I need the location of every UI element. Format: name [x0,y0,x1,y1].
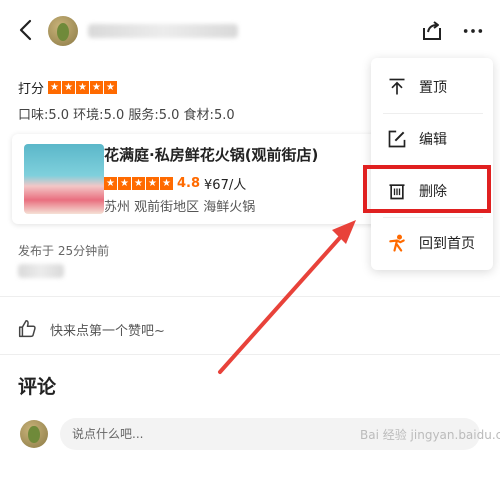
like-prompt: 快来点第一个赞吧~ [50,323,165,339]
divider [0,354,500,355]
thumbs-up-icon[interactable] [16,318,38,340]
menu-item-pin[interactable]: 置顶 [371,62,493,112]
star-icon: ★ [104,81,118,94]
star-icon: ★ [104,177,117,190]
menu-item-label: 回到首页 [419,236,475,252]
author-avatar[interactable] [48,16,78,46]
user-avatar [20,420,48,448]
posted-time: 发布于 25分钟前 [18,244,110,258]
shop-meta: ★ ★ ★ ★ ★ 4.8 ¥67/人 [104,174,246,193]
star-icon: ★ [62,81,76,94]
more-icon[interactable] [462,20,484,42]
home-person-icon [389,234,405,252]
back-arrow-icon[interactable] [14,18,38,42]
top-bar [0,0,500,62]
more-menu: 置顶 编辑 删除 回到首页 [371,58,493,270]
rating-label: 打分 [18,82,45,97]
divider [0,296,500,297]
shop-price: ¥67/人 [204,178,247,193]
pin-top-icon [389,78,405,95]
star-icon: ★ [160,177,173,190]
shop-score: 4.8 [177,176,201,191]
shop-thumbnail [24,144,104,214]
annotation-highlight-box [363,165,491,213]
star-icon: ★ [90,81,104,94]
author-name-blurred [88,24,238,38]
rating-stars: ★ ★ ★ ★ ★ [48,81,118,94]
menu-item-edit[interactable]: 编辑 [371,114,493,164]
star-icon: ★ [146,177,159,190]
like-row[interactable]: 快来点第一个赞吧~ [16,318,165,340]
shop-name: 花满庭·私房鲜花火锅(观前街店) [104,146,319,164]
star-icon: ★ [76,81,90,94]
menu-item-label: 置顶 [419,80,447,96]
menu-item-label: 编辑 [419,132,447,148]
shop-location: 苏州 观前街地区 海鲜火锅 [104,200,256,215]
overall-rating: 打分 ★ ★ ★ ★ ★ [18,78,118,97]
watermark: Bai 经验 jingyan.baidu.com [360,428,500,442]
menu-item-home[interactable]: 回到首页 [371,218,493,268]
star-icon: ★ [132,177,145,190]
location-blurred [18,264,64,278]
shop-card[interactable]: 花满庭·私房鲜花火锅(观前街店) ★ ★ ★ ★ ★ 4.8 ¥67/人 苏州 … [12,134,412,224]
star-icon: ★ [48,81,62,94]
shop-stars: ★ ★ ★ ★ ★ [104,177,173,190]
sub-scores: 口味:5.0 环境:5.0 服务:5.0 食材:5.0 [18,108,235,123]
share-icon[interactable] [420,18,444,42]
star-icon: ★ [118,177,131,190]
comments-title: 评论 [18,376,57,398]
edit-icon [388,130,406,148]
